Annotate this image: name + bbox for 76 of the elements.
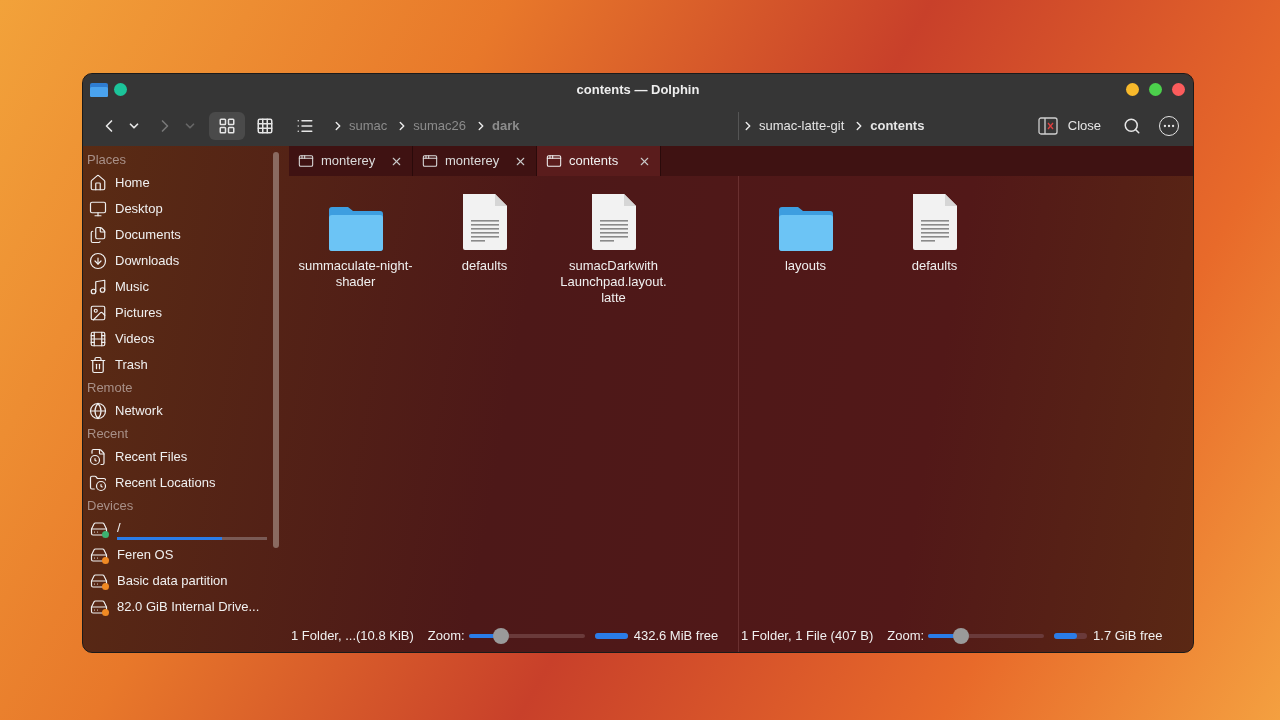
drive-icon bbox=[90, 520, 108, 538]
document-icon bbox=[460, 192, 509, 252]
file-item[interactable]: defaults bbox=[870, 190, 999, 274]
breadcrumb-item[interactable]: sumac bbox=[349, 115, 388, 136]
close-button[interactable] bbox=[1172, 83, 1185, 96]
breadcrumb-item[interactable]: sumac26 bbox=[413, 115, 467, 136]
zoom-slider[interactable] bbox=[468, 628, 585, 644]
monitor-icon bbox=[89, 200, 107, 218]
zoom-label: Zoom: bbox=[887, 627, 925, 646]
section-heading: Places bbox=[87, 151, 128, 169]
trash-icon bbox=[89, 356, 107, 374]
sidebar-item[interactable]: / bbox=[87, 516, 281, 542]
panel-close-icon bbox=[1037, 116, 1058, 135]
breadcrumb-item[interactable]: contents bbox=[870, 115, 925, 136]
folder-tab-icon bbox=[546, 153, 562, 169]
maximize-button[interactable] bbox=[1149, 83, 1162, 96]
slider-thumb[interactable] bbox=[493, 628, 510, 644]
free-space-text: 1.7 GiB free bbox=[1093, 627, 1163, 646]
section-heading: Devices bbox=[87, 497, 135, 515]
sidebar-item[interactable]: Basic data partition bbox=[87, 568, 281, 594]
file-item[interactable]: sumacDarkwith Launchpad.layout. latte bbox=[549, 190, 678, 306]
picture-icon bbox=[89, 304, 107, 322]
sidebar-item[interactable]: Feren OS bbox=[87, 542, 281, 568]
tab[interactable]: monterey bbox=[289, 146, 413, 176]
status-text: 1 Folder, 1 File (407 B) bbox=[741, 627, 874, 646]
drive-icon bbox=[90, 546, 108, 564]
zoom-label: Zoom: bbox=[427, 627, 465, 646]
file-item[interactable]: defaults bbox=[420, 190, 549, 274]
drive-icon bbox=[90, 598, 108, 616]
home-icon bbox=[89, 174, 107, 192]
breadcrumb-item[interactable]: sumac-latte-git bbox=[759, 115, 845, 136]
folder-icon bbox=[776, 204, 835, 252]
folder-tab-icon bbox=[422, 153, 438, 169]
breadcrumb-item[interactable]: dark bbox=[492, 115, 520, 136]
file-item[interactable]: layouts bbox=[741, 190, 870, 274]
minimize-button[interactable] bbox=[1126, 83, 1139, 96]
sidebar-item[interactable]: Network bbox=[87, 398, 281, 424]
search-icon bbox=[1123, 116, 1141, 135]
zoom-slider[interactable] bbox=[928, 628, 1045, 644]
globe-icon bbox=[89, 402, 107, 420]
search-button[interactable] bbox=[1123, 116, 1141, 135]
sidebar-item[interactable]: Recent Locations bbox=[87, 470, 281, 496]
sidebar-item[interactable]: Home bbox=[87, 170, 281, 196]
sidebar-item[interactable]: Documents bbox=[87, 222, 281, 248]
sidebar-item[interactable]: Recent Files bbox=[87, 444, 281, 470]
documents-icon bbox=[89, 226, 107, 244]
folder-tab-icon bbox=[298, 153, 314, 169]
free-space-text: 432.6 MiB free bbox=[633, 627, 719, 646]
folder-icon bbox=[326, 204, 385, 252]
close-split-button[interactable]: Close bbox=[1037, 115, 1101, 136]
status-text: 1 Folder, ...(10.8 KiB) bbox=[291, 627, 414, 646]
window-title: contents — Dolphin bbox=[576, 80, 700, 99]
drive-icon bbox=[90, 572, 108, 590]
sidebar-item[interactable]: 82.0 GiB Internal Drive... bbox=[87, 594, 281, 620]
document-icon bbox=[910, 192, 959, 252]
music-note-icon bbox=[89, 278, 107, 296]
grid-view-button[interactable] bbox=[209, 111, 245, 140]
sidebar-item[interactable]: Pictures bbox=[87, 300, 281, 326]
folder-clock-icon bbox=[89, 474, 107, 492]
film-icon bbox=[89, 330, 107, 348]
compact-grid-icon bbox=[256, 116, 274, 135]
document-icon bbox=[589, 192, 638, 252]
file-item[interactable]: summaculate-night-shader bbox=[291, 190, 420, 290]
section-heading: Recent bbox=[87, 425, 130, 443]
sidebar-item[interactable]: Downloads bbox=[87, 248, 281, 274]
file-clock-icon bbox=[89, 448, 107, 466]
section-heading: Remote bbox=[87, 379, 134, 397]
sidebar-item[interactable]: Trash bbox=[87, 352, 281, 378]
sidebar-item[interactable]: Desktop bbox=[87, 196, 281, 222]
tab[interactable]: contents bbox=[537, 146, 661, 176]
download-icon bbox=[89, 252, 107, 270]
grid-icon bbox=[218, 116, 236, 135]
sidebar-item[interactable]: Music bbox=[87, 274, 281, 300]
folder-app-icon bbox=[90, 81, 108, 98]
slider-thumb[interactable] bbox=[952, 628, 969, 644]
sidebar-item[interactable]: Videos bbox=[87, 326, 281, 352]
